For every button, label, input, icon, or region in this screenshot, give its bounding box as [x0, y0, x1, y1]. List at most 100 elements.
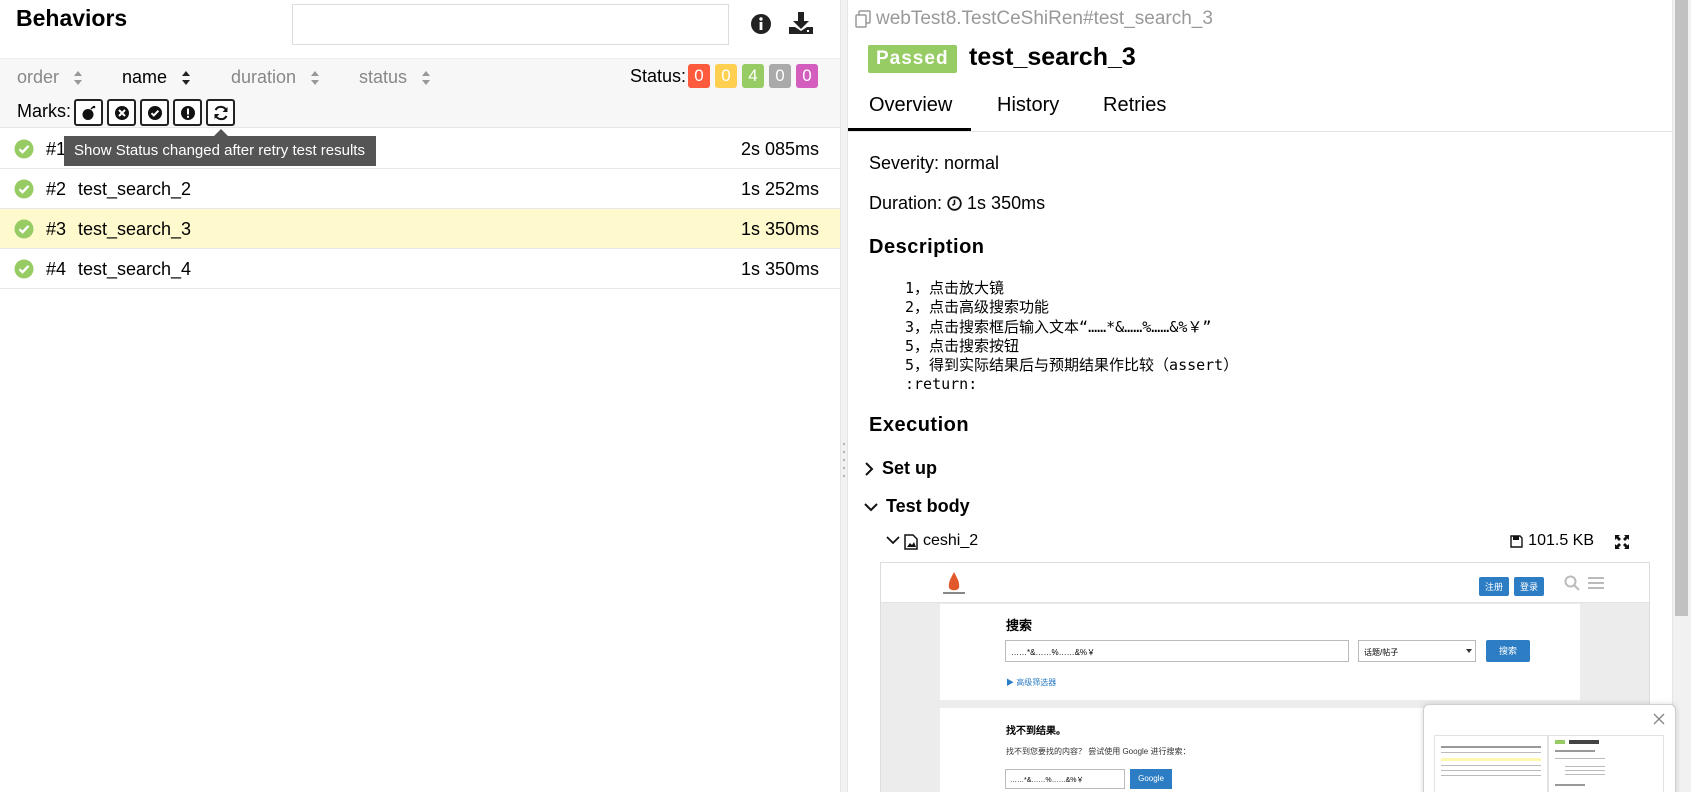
status-unknown-count[interactable]: 0 [796, 64, 818, 88]
clock-icon [947, 196, 962, 211]
test-duration: 2s 085ms [740, 139, 819, 159]
menu-icon [1588, 576, 1604, 590]
status-broken-count[interactable]: 0 [715, 64, 737, 88]
sort-by-name[interactable]: name [122, 67, 191, 88]
tab-overview[interactable]: Overview [869, 94, 952, 128]
description-line: 5，得到实际结果后与预期结果作比较（assert） [905, 356, 1239, 375]
preview-search-button: 搜索 [1486, 640, 1530, 662]
tooltip-arrow [214, 129, 228, 136]
description-line: 2，点击高级搜索功能 [905, 298, 1050, 317]
copy-icon[interactable] [854, 10, 872, 28]
site-logo-icon [939, 571, 969, 597]
sort-label: duration [231, 67, 297, 87]
mini-preview-popup[interactable] [1423, 704, 1676, 792]
severity-field: Severity: normal [869, 153, 1000, 173]
preview-select-arrow [1466, 649, 1472, 653]
grip-dots-icon [842, 440, 846, 480]
test-body-step[interactable]: Test body [864, 496, 970, 517]
preview-login-button: 登录 [1514, 577, 1545, 596]
status-skipped-count[interactable]: 0 [769, 64, 791, 88]
sort-label: status [359, 67, 408, 87]
refresh-icon [212, 104, 230, 122]
preview-search-input: ……*&……%……&%￥ [1005, 640, 1349, 662]
duration-field: Duration: 1s 350ms [869, 193, 1045, 214]
save-icon [1510, 534, 1523, 548]
mark-new-failed-button[interactable] [107, 99, 136, 126]
page-scrollbar-thumb[interactable] [1675, 0, 1688, 616]
close-icon[interactable] [1653, 713, 1665, 725]
description-body: 1，点击放大镜 2，点击高级搜索功能 3，点击搜索框后输入文本“……*&……%……&… [905, 279, 1238, 395]
test-body-label: Test body [886, 496, 970, 516]
duration-label: Duration: [869, 193, 943, 213]
test-full-name: webTest8.TestCeShiRen#test_search_3 [876, 8, 1213, 29]
mark-retries-status-change-button[interactable] [206, 99, 235, 126]
description-line: 1，点击放大镜 [905, 279, 1005, 297]
attachment-size: 101.5 KB [1510, 532, 1594, 550]
test-number: #4 [46, 259, 67, 279]
passed-check-icon [14, 259, 34, 279]
test-duration: 1s 350ms [740, 259, 819, 279]
test-path: webTest8.TestCeShiRen#test_search_3 [854, 8, 1213, 30]
status-filter-label: Status: [630, 66, 687, 86]
execution-heading: Execution [869, 414, 970, 436]
bomb-icon [81, 105, 97, 121]
sort-toolbar: order name duration status Status: 0 0 4… [0, 58, 840, 128]
mini-preview-thumbnail [1434, 735, 1664, 792]
duration-value: 1s 350ms [967, 193, 1046, 213]
detail-tabs: Overview History Retries [848, 86, 1672, 132]
test-name: test_search_4 [78, 259, 192, 279]
attachment-row[interactable]: ceshi_2 101.5 KB [886, 532, 1640, 554]
preview-type-select: 话题/帖子 [1358, 640, 1476, 662]
chevron-right-icon [864, 461, 874, 476]
test-number: #3 [46, 219, 67, 239]
behaviors-pane: Behaviors order name duration status Sta… [0, 0, 840, 792]
mark-new-broken-button[interactable] [173, 99, 202, 126]
test-name: test_search_2 [78, 179, 192, 199]
status-passed-count[interactable]: 4 [742, 64, 764, 88]
sort-by-order[interactable]: order [17, 67, 83, 88]
preview-no-results: 找不到结果。 [1006, 726, 1066, 737]
preview-google-input: ……*&……%……&%￥ [1005, 769, 1125, 789]
marks-label: Marks: [17, 101, 71, 121]
sort-by-duration[interactable]: duration [231, 67, 320, 88]
status-badge: Passed [868, 45, 957, 73]
test-duration: 1s 252ms [740, 179, 819, 199]
preview-google-hint: 找不到您要找的内容？ 尝试使用 Google 进行搜索： [1006, 747, 1191, 756]
setup-step[interactable]: Set up [864, 458, 937, 479]
test-row[interactable]: #2 test_search_2 1s 252ms [0, 169, 840, 209]
attachment-name[interactable]: ceshi_2 [923, 532, 978, 550]
tab-history[interactable]: History [997, 94, 1059, 128]
info-icon[interactable] [750, 13, 772, 35]
test-row-selected[interactable]: #3 test_search_3 1s 350ms [0, 209, 840, 249]
sort-icon [421, 70, 431, 86]
test-row[interactable]: #4 test_search_4 1s 350ms [0, 249, 840, 289]
expand-icon[interactable] [1614, 534, 1630, 550]
description-line: 3，点击搜索框后输入文本“……*&……%……&%￥” [905, 317, 1212, 336]
download-icon[interactable] [788, 11, 814, 35]
mark-new-passed-button[interactable] [140, 99, 169, 126]
status-failed-count[interactable]: 0 [688, 64, 710, 88]
check-circle-icon [147, 105, 163, 121]
pane-splitter[interactable] [840, 0, 848, 792]
description-line: 5，点击搜索按钮 [905, 336, 1020, 355]
sort-icon [310, 70, 320, 86]
tab-retries[interactable]: Retries [1103, 94, 1166, 128]
test-number: #2 [46, 179, 67, 199]
chevron-down-icon[interactable] [886, 535, 900, 545]
mark-flaky-button[interactable] [74, 99, 103, 126]
test-details-pane: webTest8.TestCeShiRen#test_search_3 Pass… [848, 0, 1672, 792]
test-name: test_search_3 [78, 219, 192, 239]
passed-check-icon [14, 139, 34, 159]
test-title: test_search_3 [969, 43, 1136, 71]
sort-label: name [122, 67, 168, 87]
times-circle-icon [114, 105, 130, 121]
preview-advanced-filter: ▶ 高级筛选器 [1006, 678, 1057, 687]
search-input[interactable] [292, 4, 729, 45]
image-file-icon [904, 534, 918, 550]
exclamation-circle-icon [180, 105, 196, 121]
passed-check-icon [14, 219, 34, 239]
pane-title: Behaviors [16, 5, 128, 31]
sort-icon [73, 70, 83, 86]
passed-check-icon [14, 179, 34, 199]
sort-by-status[interactable]: status [359, 67, 431, 88]
